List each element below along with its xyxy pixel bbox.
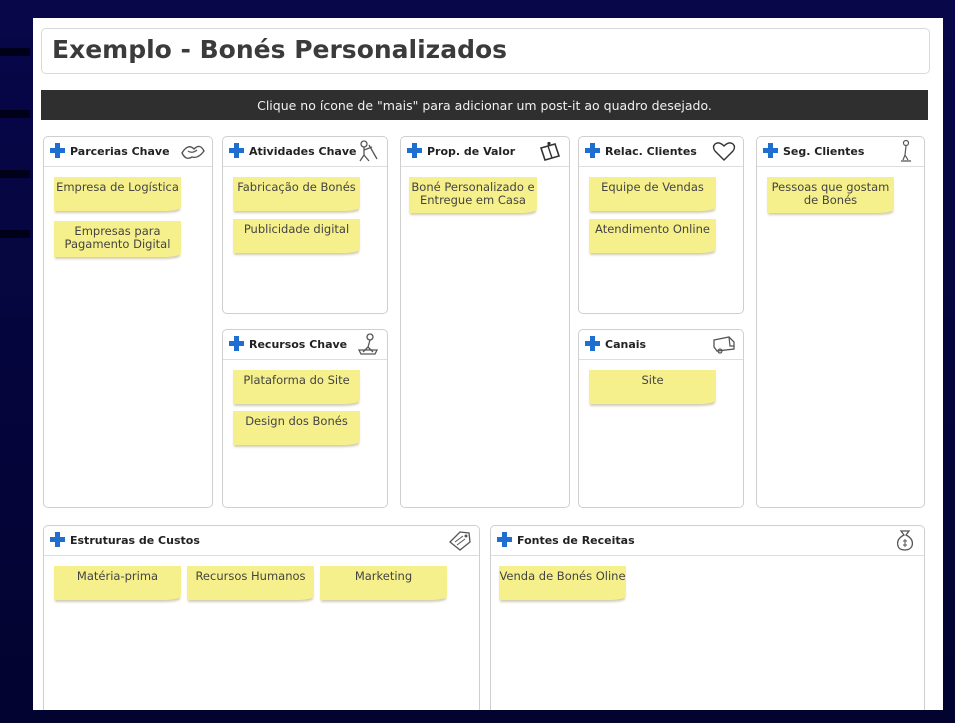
block-relacionamento-clientes: Relac. Clientes Equipe de Vendas Atendim… (578, 136, 744, 314)
decor-stripe (0, 230, 30, 238)
block-recursos-chave: Recursos Chave Plataforma do Site Design… (222, 329, 388, 508)
heart-icon (712, 142, 736, 161)
block-title: Parcerias Chave (70, 145, 170, 158)
post-it-note[interactable]: Marketing (320, 566, 447, 600)
canvas-page: Exemplo - Bonés Personalizados Clique no… (33, 18, 943, 710)
block-header: Fontes de Receitas (491, 526, 924, 556)
truck-icon (713, 336, 735, 354)
block-title: Atividades Chave (249, 145, 357, 158)
block-proposta-de-valor: Prop. de Valor Boné Personalizado e Entr… (400, 136, 570, 508)
post-it-note[interactable]: Empresas para Pagamento Digital (54, 221, 181, 257)
block-canais: Canais Site (578, 329, 744, 508)
resources-icon (357, 333, 379, 355)
add-note-plus-icon[interactable] (763, 143, 778, 158)
block-header: Canais (579, 330, 743, 360)
post-it-note[interactable]: Publicidade digital (233, 219, 360, 253)
money-bag-icon (896, 530, 914, 551)
block-fontes-de-receitas: Fontes de Receitas Venda de Bonés Oline (490, 525, 925, 710)
block-title: Fontes de Receitas (517, 534, 635, 547)
block-segmentos-clientes: Seg. Clientes Pessoas que gostam de Boné… (756, 136, 925, 508)
decor-stripe (0, 110, 30, 118)
decor-stripe (0, 48, 30, 56)
block-estruturas-de-custos: Estruturas de Custos Matéria-prima Recur… (43, 525, 480, 710)
add-note-plus-icon[interactable] (585, 143, 600, 158)
block-title: Estruturas de Custos (70, 534, 200, 547)
add-note-plus-icon[interactable] (50, 143, 65, 158)
block-title: Canais (605, 338, 647, 351)
add-note-plus-icon[interactable] (229, 336, 244, 351)
post-it-note[interactable]: Venda de Bonés Oline (499, 566, 626, 600)
block-title: Seg. Clientes (783, 145, 865, 158)
block-parcerias-chave: Parcerias Chave Empresa de Logística Emp… (43, 136, 213, 508)
worker-icon (359, 140, 378, 162)
handshake-icon (181, 145, 205, 160)
block-header: Recursos Chave (223, 330, 387, 360)
decor-stripe (0, 170, 30, 178)
post-it-note[interactable]: Equipe de Vendas (589, 177, 716, 211)
tag-icon (449, 531, 471, 551)
hint-bar: Clique no ícone de "mais" para adicionar… (41, 90, 928, 120)
add-note-plus-icon[interactable] (585, 336, 600, 351)
block-header: Parcerias Chave (44, 137, 212, 167)
post-it-note[interactable]: Atendimento Online (589, 219, 716, 253)
block-title: Recursos Chave (249, 338, 348, 351)
block-header: Prop. de Valor (401, 137, 569, 167)
post-it-note[interactable]: Fabricação de Bonés (233, 177, 360, 211)
post-it-note[interactable]: Recursos Humanos (187, 566, 314, 600)
post-it-note[interactable]: Boné Personalizado e Entregue em Casa (409, 177, 537, 213)
block-header: Seg. Clientes (757, 137, 924, 167)
block-atividades-chave: Atividades Chave Fabricação de Bonés Pub… (222, 136, 388, 314)
add-note-plus-icon[interactable] (407, 143, 422, 158)
add-note-plus-icon[interactable] (50, 532, 65, 547)
post-it-note[interactable]: Matéria-prima (54, 566, 181, 600)
block-header: Relac. Clientes (579, 137, 743, 167)
gift-icon (539, 141, 561, 161)
page-title: Exemplo - Bonés Personalizados (52, 35, 508, 64)
post-it-note[interactable]: Empresa de Logística (54, 177, 181, 211)
add-note-plus-icon[interactable] (497, 532, 512, 547)
block-title: Prop. de Valor (427, 145, 516, 158)
post-it-note[interactable]: Site (589, 370, 716, 404)
post-it-note[interactable]: Design dos Bonés (233, 411, 360, 445)
title-box: Exemplo - Bonés Personalizados (41, 28, 930, 74)
block-header: Atividades Chave (223, 137, 387, 167)
block-title: Relac. Clientes (605, 145, 697, 158)
add-note-plus-icon[interactable] (229, 143, 244, 158)
person-icon (901, 139, 911, 162)
block-header: Estruturas de Custos (44, 526, 479, 556)
post-it-note[interactable]: Pessoas que gostam de Bonés (767, 177, 894, 213)
post-it-note[interactable]: Plataforma do Site (233, 370, 360, 404)
